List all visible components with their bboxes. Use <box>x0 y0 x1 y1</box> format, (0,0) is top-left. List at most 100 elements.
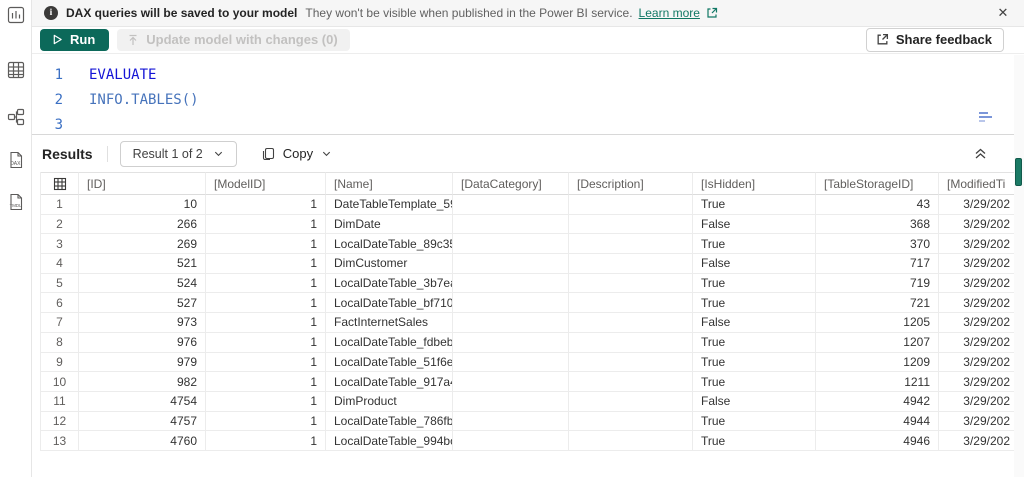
cell[interactable]: FactInternetSales <box>326 313 453 333</box>
cell[interactable] <box>453 353 569 373</box>
cell[interactable] <box>453 412 569 432</box>
cell[interactable]: 1 <box>206 274 326 294</box>
results-scrollbar-thumb[interactable] <box>1015 158 1022 186</box>
cell[interactable] <box>453 195 569 215</box>
column-header[interactable]: [TableStorageID] <box>816 172 939 195</box>
cell[interactable]: DimProduct <box>326 392 453 412</box>
cell[interactable]: 521 <box>79 254 206 274</box>
cell[interactable]: False <box>693 215 816 235</box>
tmdl-view-icon[interactable]: TMDL <box>7 193 25 211</box>
cell[interactable] <box>569 254 693 274</box>
column-header[interactable]: [ID] <box>79 172 206 195</box>
cell[interactable]: 3/29/202 <box>939 353 1015 373</box>
row-number[interactable]: 7 <box>41 313 79 333</box>
cell[interactable]: 1 <box>206 254 326 274</box>
cell[interactable]: 3/29/202 <box>939 254 1015 274</box>
column-header[interactable]: [Description] <box>569 172 693 195</box>
update-model-button[interactable]: Update model with changes (0) <box>117 29 349 51</box>
cell[interactable] <box>569 293 693 313</box>
cell[interactable] <box>569 195 693 215</box>
cell[interactable]: 1 <box>206 412 326 432</box>
row-number[interactable]: 3 <box>41 234 79 254</box>
report-view-icon[interactable] <box>7 6 25 24</box>
cell[interactable] <box>453 372 569 392</box>
cell[interactable] <box>569 333 693 353</box>
cell[interactable]: 4946 <box>816 431 939 451</box>
cell[interactable] <box>453 234 569 254</box>
cell[interactable] <box>569 372 693 392</box>
cell[interactable]: 370 <box>816 234 939 254</box>
dax-code-editor[interactable]: 1EVALUATE2INFO.TABLES()3 <box>32 54 1024 134</box>
select-all-cell[interactable] <box>41 172 79 195</box>
row-number[interactable]: 2 <box>41 215 79 235</box>
close-icon[interactable]: ✕ <box>994 4 1012 22</box>
column-header[interactable]: [IsHidden] <box>693 172 816 195</box>
cell[interactable]: 982 <box>79 372 206 392</box>
cell[interactable]: 1 <box>206 293 326 313</box>
cell[interactable]: True <box>693 412 816 432</box>
model-view-icon[interactable] <box>7 108 25 126</box>
copy-button[interactable]: Copy <box>255 142 338 165</box>
cell[interactable]: 3/29/202 <box>939 431 1015 451</box>
cell[interactable]: 1 <box>206 353 326 373</box>
column-header[interactable]: [Name] <box>326 172 453 195</box>
cell[interactable]: 4944 <box>816 412 939 432</box>
cell[interactable] <box>453 392 569 412</box>
cell[interactable]: 43 <box>816 195 939 215</box>
cell[interactable]: 976 <box>79 333 206 353</box>
cell[interactable]: LocalDateTable_994bc3... <box>326 431 453 451</box>
cell[interactable]: 3/29/202 <box>939 313 1015 333</box>
cell[interactable] <box>569 431 693 451</box>
cell[interactable] <box>453 215 569 235</box>
table-view-icon[interactable] <box>7 61 25 79</box>
cell[interactable] <box>453 313 569 333</box>
cell[interactable]: LocalDateTable_917a49... <box>326 372 453 392</box>
cell[interactable]: DimDate <box>326 215 453 235</box>
cell[interactable] <box>569 215 693 235</box>
cell[interactable]: True <box>693 431 816 451</box>
cell[interactable]: True <box>693 372 816 392</box>
dax-query-view-icon[interactable]: DAX <box>7 151 25 169</box>
cell[interactable]: False <box>693 254 816 274</box>
cell[interactable]: 3/29/202 <box>939 333 1015 353</box>
cell[interactable]: 3/29/202 <box>939 293 1015 313</box>
cell[interactable] <box>453 274 569 294</box>
cell[interactable]: True <box>693 333 816 353</box>
cell[interactable]: 269 <box>79 234 206 254</box>
column-header[interactable]: [ModifiedTi <box>939 172 1015 195</box>
cell[interactable]: 266 <box>79 215 206 235</box>
column-header[interactable]: [ModelID] <box>206 172 326 195</box>
cell[interactable]: 1 <box>206 333 326 353</box>
cell[interactable]: LocalDateTable_51f6e9f... <box>326 353 453 373</box>
cell[interactable]: True <box>693 274 816 294</box>
cell[interactable]: False <box>693 392 816 412</box>
cell[interactable] <box>569 353 693 373</box>
cell[interactable]: 1 <box>206 392 326 412</box>
cell[interactable]: False <box>693 313 816 333</box>
row-number[interactable]: 9 <box>41 353 79 373</box>
cell[interactable]: 1 <box>206 431 326 451</box>
cell[interactable]: 524 <box>79 274 206 294</box>
column-header[interactable]: [DataCategory] <box>453 172 569 195</box>
cell[interactable] <box>453 431 569 451</box>
cell[interactable]: True <box>693 234 816 254</box>
cell[interactable]: 4757 <box>79 412 206 432</box>
cell[interactable]: 3/29/202 <box>939 234 1015 254</box>
cell[interactable]: LocalDateTable_bf71062... <box>326 293 453 313</box>
cell[interactable]: 973 <box>79 313 206 333</box>
cell[interactable]: 368 <box>816 215 939 235</box>
cell[interactable] <box>569 392 693 412</box>
share-feedback-button[interactable]: Share feedback <box>866 28 1004 52</box>
cell[interactable]: 1 <box>206 372 326 392</box>
cell[interactable] <box>569 313 693 333</box>
cell[interactable]: 721 <box>816 293 939 313</box>
cell[interactable]: 1211 <box>816 372 939 392</box>
cell[interactable]: 3/29/202 <box>939 215 1015 235</box>
cell[interactable] <box>453 333 569 353</box>
cell[interactable]: 4760 <box>79 431 206 451</box>
cell[interactable]: 1207 <box>816 333 939 353</box>
cell[interactable]: 1209 <box>816 353 939 373</box>
row-number[interactable]: 6 <box>41 293 79 313</box>
cell[interactable]: LocalDateTable_3b7ea4... <box>326 274 453 294</box>
cell[interactable] <box>453 293 569 313</box>
